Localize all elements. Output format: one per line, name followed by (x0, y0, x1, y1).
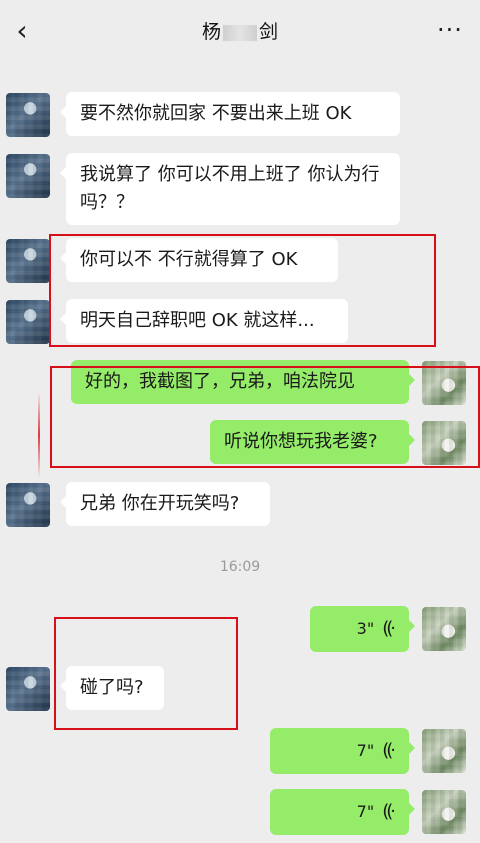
voice-duration: 3" (356, 619, 375, 638)
more-options-icon[interactable]: ··· (432, 16, 468, 44)
highlight-box (49, 234, 436, 347)
voice-wave-icon: ((· (382, 618, 396, 639)
title-blur-mask (223, 24, 257, 41)
title-prefix: 杨 (201, 21, 221, 43)
voice-wave-icon: ((· (382, 801, 396, 822)
message-bubble[interactable]: 我说算了 你可以不用上班了 你认为行吗？？ (60, 153, 400, 225)
highlight-box (54, 617, 238, 730)
back-chevron-icon[interactable]: ‹ (10, 14, 34, 48)
contact-avatar[interactable] (6, 483, 50, 527)
self-avatar[interactable] (422, 790, 466, 834)
contact-avatar[interactable] (6, 239, 50, 283)
highlight-box (50, 366, 480, 468)
voice-duration: 7" (356, 741, 375, 760)
contact-avatar[interactable] (6, 667, 50, 711)
title-suffix: 剑 (259, 21, 279, 43)
voice-duration: 7" (356, 802, 375, 821)
message-bubble[interactable]: 兄弟 你在开玩笑吗? (60, 482, 270, 526)
chat-timestamp: 16:09 (219, 559, 261, 575)
contact-avatar[interactable] (6, 154, 50, 198)
voice-message-bubble[interactable]: 7" ((· (270, 728, 415, 774)
self-avatar[interactable] (422, 607, 466, 651)
contact-avatar[interactable] (6, 300, 50, 344)
self-avatar[interactable] (422, 729, 466, 773)
highlight-edge-mark (38, 392, 40, 478)
voice-wave-icon: ((· (382, 740, 396, 761)
chat-title: 杨剑 (140, 18, 340, 46)
voice-message-bubble[interactable]: 7" ((· (270, 789, 415, 835)
contact-avatar[interactable] (6, 93, 50, 137)
chat-header: ‹ 杨剑 ··· (0, 0, 480, 62)
message-bubble[interactable]: 要不然你就回家 不要出来上班 OK (60, 92, 400, 136)
voice-message-bubble[interactable]: 3" ((· (310, 606, 415, 652)
